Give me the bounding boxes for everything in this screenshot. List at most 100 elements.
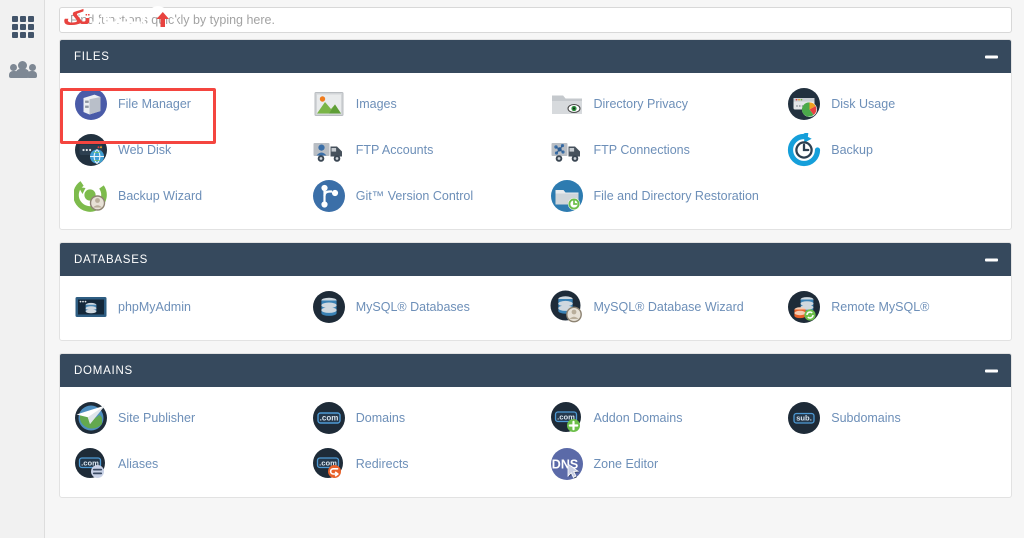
feature-item-label[interactable]: Addon Domains: [594, 411, 683, 425]
section-title: DOMAINS: [74, 364, 133, 377]
mysql-wizard-icon: [550, 290, 584, 324]
section-body: phpMyAdmin MySQL® Databases MySQL® Databas…: [60, 276, 1011, 340]
feature-item-label[interactable]: File and Directory Restoration: [594, 189, 759, 203]
feature-item[interactable]: FTP Connections: [536, 127, 774, 173]
feature-item-label[interactable]: File Manager: [118, 97, 191, 111]
feature-item-label[interactable]: Zone Editor: [594, 457, 659, 471]
svg-text:sub.: sub.: [796, 414, 812, 423]
feature-item-label[interactable]: Domains: [356, 411, 405, 425]
remote-mysql-icon: [787, 290, 821, 324]
feature-item[interactable]: Backup Wizard: [60, 173, 298, 219]
backup-icon: [787, 133, 821, 167]
ftp-connections-icon: [550, 133, 584, 167]
main-content: FILES File Manager Images Directory Privacy…: [45, 0, 1024, 538]
ftp-accounts-icon: [312, 133, 346, 167]
item-row: Backup Wizard Git™ Version Control File an…: [60, 173, 1011, 219]
feature-item[interactable]: .com Aliases: [60, 441, 298, 487]
images-icon: [312, 87, 346, 121]
feature-item[interactable]: Images: [298, 81, 536, 127]
feature-item[interactable]: Directory Privacy: [536, 81, 774, 127]
section-header: FILES: [60, 40, 1011, 73]
aliases-icon: .com: [74, 447, 108, 481]
cpanel-window: FILES File Manager Images Directory Privacy…: [0, 0, 1024, 538]
section-card: DATABASES phpMyAdmin MySQL® Databases MySQL…: [59, 242, 1012, 341]
feature-item-label[interactable]: Backup Wizard: [118, 189, 202, 203]
feature-item-label[interactable]: Site Publisher: [118, 411, 195, 425]
section-header: DATABASES: [60, 243, 1011, 276]
feature-item-label[interactable]: FTP Connections: [594, 143, 690, 157]
collapse-minus-icon[interactable]: [985, 369, 998, 372]
feature-item-label[interactable]: phpMyAdmin: [118, 300, 191, 314]
feature-item[interactable]: FTP Accounts: [298, 127, 536, 173]
feature-item-label[interactable]: Subdomains: [831, 411, 901, 425]
feature-item-label[interactable]: Git™ Version Control: [356, 189, 473, 203]
feature-item-label[interactable]: Web Disk: [118, 143, 171, 157]
item-row: Web Disk FTP Accounts FTP Connections Backu…: [60, 127, 1011, 173]
item-row: .com Aliases .com Redirects DNS Zone Editor: [60, 441, 1011, 487]
item-row: Site Publisher .com Domains .com Addon Domai…: [60, 395, 1011, 441]
spacer-cell: [773, 173, 1011, 219]
feature-item[interactable]: Backup: [773, 127, 1011, 173]
domains-icon: .com: [312, 401, 346, 435]
feature-item[interactable]: File Manager: [60, 81, 298, 127]
search-bar-container: [45, 0, 1024, 39]
collapse-minus-icon[interactable]: [985, 55, 998, 58]
feature-item-label[interactable]: Directory Privacy: [594, 97, 688, 111]
section-body: File Manager Images Directory Privacy Disk …: [60, 73, 1011, 229]
feature-item[interactable]: .com Redirects: [298, 441, 536, 487]
feature-item[interactable]: Git™ Version Control: [298, 173, 536, 219]
subdomains-icon: sub.: [787, 401, 821, 435]
feature-item-label[interactable]: Redirects: [356, 457, 409, 471]
feature-item[interactable]: phpMyAdmin: [60, 284, 298, 330]
feature-item-label[interactable]: Images: [356, 97, 397, 111]
addon-domains-icon: .com: [550, 401, 584, 435]
feature-item[interactable]: Disk Usage: [773, 81, 1011, 127]
section-body: Site Publisher .com Domains .com Addon Domai…: [60, 387, 1011, 497]
section-title: DATABASES: [74, 253, 149, 266]
section-header: DOMAINS: [60, 354, 1011, 387]
feature-item-label[interactable]: Aliases: [118, 457, 158, 471]
sidebar-item-apps-grid[interactable]: [0, 6, 45, 48]
git-icon: [312, 179, 346, 213]
item-row: phpMyAdmin MySQL® Databases MySQL® Databas…: [60, 284, 1011, 330]
users-icon: [8, 60, 37, 78]
feature-item[interactable]: sub. Subdomains: [773, 395, 1011, 441]
section-title: FILES: [74, 50, 110, 63]
feature-item[interactable]: .com Addon Domains: [536, 395, 774, 441]
mysql-databases-icon: [312, 290, 346, 324]
feature-item[interactable]: Remote MySQL®: [773, 284, 1011, 330]
sidebar-item-user-manager[interactable]: [0, 48, 45, 90]
feature-item-label[interactable]: Backup: [831, 143, 873, 157]
search-input[interactable]: [59, 7, 1012, 33]
item-row: File Manager Images Directory Privacy Disk …: [60, 81, 1011, 127]
section-card: DOMAINS Site Publisher .com Domains .com Addo…: [59, 353, 1012, 498]
svg-text:.com: .com: [319, 414, 338, 423]
disk-usage-icon: [787, 87, 821, 121]
file-manager-icon: [74, 87, 108, 121]
feature-item[interactable]: Site Publisher: [60, 395, 298, 441]
feature-item[interactable]: MySQL® Database Wizard: [536, 284, 774, 330]
backup-wizard-icon: [74, 179, 108, 213]
feature-item[interactable]: .com Domains: [298, 395, 536, 441]
redirects-icon: .com: [312, 447, 346, 481]
feature-item[interactable]: File and Directory Restoration: [536, 173, 774, 219]
web-disk-icon: [74, 133, 108, 167]
feature-item-label[interactable]: Remote MySQL®: [831, 300, 929, 314]
grid-icon: [11, 16, 34, 38]
feature-item[interactable]: DNS Zone Editor: [536, 441, 774, 487]
feature-item-label[interactable]: FTP Accounts: [356, 143, 434, 157]
section-card: FILES File Manager Images Directory Privacy…: [59, 39, 1012, 230]
feature-item[interactable]: MySQL® Databases: [298, 284, 536, 330]
spacer-cell: [773, 441, 1011, 487]
feature-item-label[interactable]: MySQL® Databases: [356, 300, 470, 314]
feature-item[interactable]: Web Disk: [60, 127, 298, 173]
sections-container: FILES File Manager Images Directory Privacy…: [45, 39, 1024, 498]
site-publisher-icon: [74, 401, 108, 435]
feature-item-label[interactable]: Disk Usage: [831, 97, 895, 111]
feature-item-label[interactable]: MySQL® Database Wizard: [594, 300, 744, 314]
collapse-minus-icon[interactable]: [985, 258, 998, 261]
directory-privacy-icon: [550, 87, 584, 121]
file-restore-icon: [550, 179, 584, 213]
zone-editor-icon: DNS: [550, 447, 584, 481]
left-sidebar: [0, 0, 45, 538]
